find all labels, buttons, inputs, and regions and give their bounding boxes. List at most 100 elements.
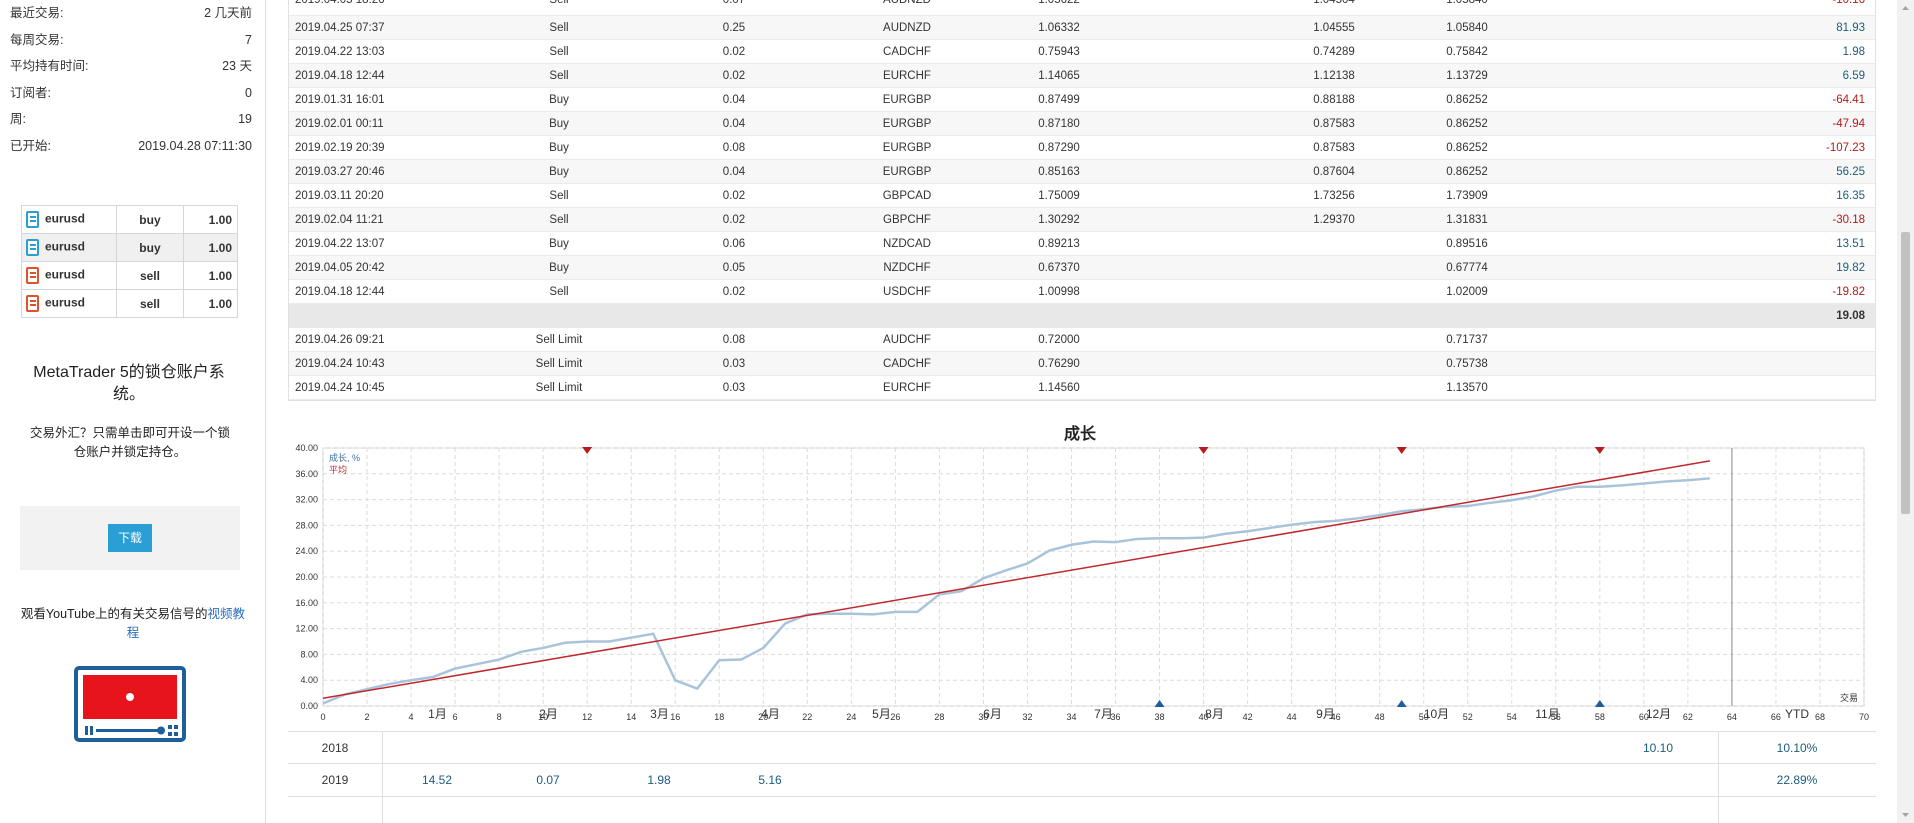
youtube-text: 观看YouTube上的有关交易信号的视频教程 bbox=[18, 605, 248, 643]
trade-symbol: EURGBP bbox=[882, 166, 932, 178]
scrollbar-thumb[interactable] bbox=[1901, 232, 1910, 514]
vertical-scrollbar[interactable] bbox=[1897, 0, 1914, 823]
year-label: 2019 bbox=[321, 773, 349, 787]
trade-row[interactable]: 2019.02.04 11:21 Sell 0.02 GBPCHF 1.30292 1.2… bbox=[289, 208, 1875, 232]
trade-volume: 0.08 bbox=[722, 142, 746, 154]
trade-volume: 0.04 bbox=[722, 118, 746, 130]
trade-p1: 1.30292 bbox=[1038, 214, 1080, 226]
position-row[interactable]: eurusd sell 1.00 bbox=[20, 289, 239, 318]
trade-row[interactable]: 2019.04.22 13:03 Sell 0.02 CADCHF 0.75943 0.7… bbox=[289, 40, 1875, 64]
ytd-header: YTD bbox=[1785, 707, 1809, 721]
trade-symbol: USDCHF bbox=[883, 286, 931, 298]
trade-p1: 0.87499 bbox=[1038, 94, 1080, 106]
trade-p2: 1.29370 bbox=[1313, 214, 1355, 226]
position-symbol-cell: eurusd bbox=[20, 289, 118, 318]
position-type: buy bbox=[116, 205, 184, 234]
trade-volume: 0.02 bbox=[722, 190, 746, 202]
trade-volume: 0.05 bbox=[722, 262, 746, 274]
order-type: Sell Limit bbox=[535, 382, 583, 394]
trade-profit: -30.18 bbox=[1832, 214, 1865, 226]
trade-row[interactable]: 2019.04.18 12:44 Sell 0.02 EURCHF 1.14065 1.1… bbox=[289, 64, 1875, 88]
stat-row: 最近交易: 2 几天前 bbox=[10, 0, 252, 27]
trade-row[interactable]: 2019.04.22 13:07 Buy 0.06 NZDCAD 0.89213 0.89… bbox=[289, 232, 1875, 256]
trade-p3: 1.05840 bbox=[1446, 22, 1488, 34]
youtube-text-label: 观看YouTube上的有关交易信号的 bbox=[20, 607, 208, 621]
position-type: sell bbox=[116, 261, 184, 290]
trade-row[interactable]: 2019.01.31 16:01 Buy 0.04 EURGBP 0.87499 0.88… bbox=[289, 88, 1875, 112]
legend-growth: 成长, % bbox=[329, 452, 360, 463]
trade-row[interactable]: 2019.04.18 12:44 Sell 0.02 USDCHF 1.00998 1.0… bbox=[289, 280, 1875, 304]
trade-profit: -19.82 bbox=[1832, 286, 1865, 298]
trade-p1: 1.00998 bbox=[1038, 286, 1080, 298]
trade-symbol: CADCHF bbox=[883, 46, 931, 58]
position-symbol: eurusd bbox=[45, 267, 86, 282]
video-player-icon[interactable] bbox=[74, 666, 186, 742]
trade-type: Sell bbox=[549, 70, 569, 82]
pending-order-row[interactable]: 2019.04.26 09:21 Sell Limit 0.08 AUDCHF 0.72… bbox=[289, 328, 1875, 352]
stat-row: 已开始: 2019.04.28 07:11:30 bbox=[10, 133, 252, 160]
trade-symbol: EURGBP bbox=[882, 142, 932, 154]
order-symbol: EURCHF bbox=[883, 382, 931, 394]
order-volume: 0.08 bbox=[722, 334, 746, 346]
trade-p3: 0.86252 bbox=[1446, 142, 1488, 154]
order-p1: 0.76290 bbox=[1038, 358, 1080, 370]
stat-label: 订阅者: bbox=[10, 85, 51, 100]
divider bbox=[382, 731, 383, 823]
position-row[interactable]: eurusd buy 1.00 bbox=[20, 205, 239, 234]
x-tick-label: 0 bbox=[320, 712, 325, 722]
position-row[interactable]: eurusd sell 1.00 bbox=[20, 261, 239, 290]
stat-row: 每周交易: 7 bbox=[10, 27, 252, 54]
trade-profit: 13.51 bbox=[1836, 238, 1865, 250]
trade-p2: 0.87604 bbox=[1313, 166, 1355, 178]
trade-row[interactable]: 2019.03.11 20:20 Sell 0.02 GBPCAD 1.75009 1.7… bbox=[289, 184, 1875, 208]
trade-time: 2019.01.31 16:01 bbox=[295, 94, 385, 106]
promo-title: MetaTrader 5的锁仓账户系统。 bbox=[33, 364, 225, 403]
trade-time: 2019.03.11 20:20 bbox=[295, 190, 384, 202]
stat-label: 每周交易: bbox=[10, 32, 64, 47]
trade-p3: 0.86252 bbox=[1446, 166, 1488, 178]
order-type: Sell Limit bbox=[535, 334, 583, 346]
legend-average: 平均 bbox=[329, 464, 347, 475]
trade-p1: 0.89213 bbox=[1038, 238, 1080, 250]
trade-p1: 0.67370 bbox=[1038, 262, 1080, 274]
trade-time: 2019.04.25 07:37 bbox=[295, 22, 385, 34]
month-header: 7月 bbox=[1094, 707, 1113, 721]
monthly-growth-table: 1月 2月 3月 4月 5月 6月 7月 8月 9月 10月 11月 12月 YTD 2018 10.10 1… bbox=[288, 707, 1876, 797]
trade-time: 2019.03.27 20:46 bbox=[295, 166, 385, 178]
order-p3: 1.13570 bbox=[1446, 382, 1488, 394]
trade-row[interactable]: 2019.04.25 07:37 Sell 0.25 AUDNZD 1.06332 1.0… bbox=[289, 16, 1875, 40]
trade-row[interactable]: 2019.02.01 00:11 Buy 0.04 EURGBP 0.87180 0.87… bbox=[289, 112, 1875, 136]
scroll-up-arrow-icon[interactable] bbox=[1897, 0, 1914, 17]
sell-doc-icon bbox=[26, 267, 39, 284]
y-tick-label: 28.00 bbox=[295, 520, 318, 530]
position-symbol: eurusd bbox=[45, 211, 86, 226]
y-tick-label: 4.00 bbox=[300, 675, 318, 685]
scroll-down-arrow-icon[interactable] bbox=[1897, 806, 1914, 823]
trade-row[interactable]: 2019.02.19 20:39 Buy 0.08 EURGBP 0.87290 0.87… bbox=[289, 136, 1875, 160]
pending-order-row[interactable]: 2019.04.24 10:43 Sell Limit 0.03 CADCHF 0.76… bbox=[289, 352, 1875, 376]
trade-profit: 1.98 bbox=[1842, 46, 1865, 58]
trade-p3: 0.86252 bbox=[1446, 118, 1488, 130]
download-button[interactable]: 下载 bbox=[108, 524, 152, 552]
trade-row[interactable]: 2019.04.05 18:26 Sell 0.07 AUDNZD 1.05622 1.0… bbox=[289, 0, 1875, 16]
pending-order-row[interactable]: 2019.04.24 10:45 Sell Limit 0.03 EURCHF 1.14… bbox=[289, 376, 1875, 400]
order-time: 2019.04.26 09:21 bbox=[295, 334, 385, 346]
trade-p2: 0.74289 bbox=[1313, 46, 1355, 58]
download-box: 下载 bbox=[20, 506, 240, 570]
trade-p1: 0.87290 bbox=[1038, 142, 1080, 154]
month-header: 10月 bbox=[1423, 707, 1450, 721]
trade-p2: 0.88188 bbox=[1313, 94, 1355, 106]
order-p1: 0.72000 bbox=[1038, 334, 1080, 346]
ytd-value: 22.89% bbox=[1776, 773, 1818, 787]
trade-symbol: EURGBP bbox=[882, 94, 932, 106]
order-p3: 0.75738 bbox=[1446, 358, 1488, 370]
stat-label: 平均持有时间: bbox=[10, 59, 89, 74]
position-row[interactable]: eurusd buy 1.00 bbox=[20, 233, 239, 262]
trade-symbol: AUDNZD bbox=[883, 22, 931, 34]
buy-doc-icon bbox=[26, 211, 39, 228]
month-value: 0.07 bbox=[536, 773, 560, 787]
trade-volume: 0.02 bbox=[722, 286, 746, 298]
trade-row[interactable]: 2019.03.27 20:46 Buy 0.04 EURGBP 0.85163 0.87… bbox=[289, 160, 1875, 184]
stat-row: 订阅者: 0 bbox=[10, 80, 252, 107]
trade-row[interactable]: 2019.04.05 20:42 Buy 0.05 NZDCHF 0.67370 0.67… bbox=[289, 256, 1875, 280]
